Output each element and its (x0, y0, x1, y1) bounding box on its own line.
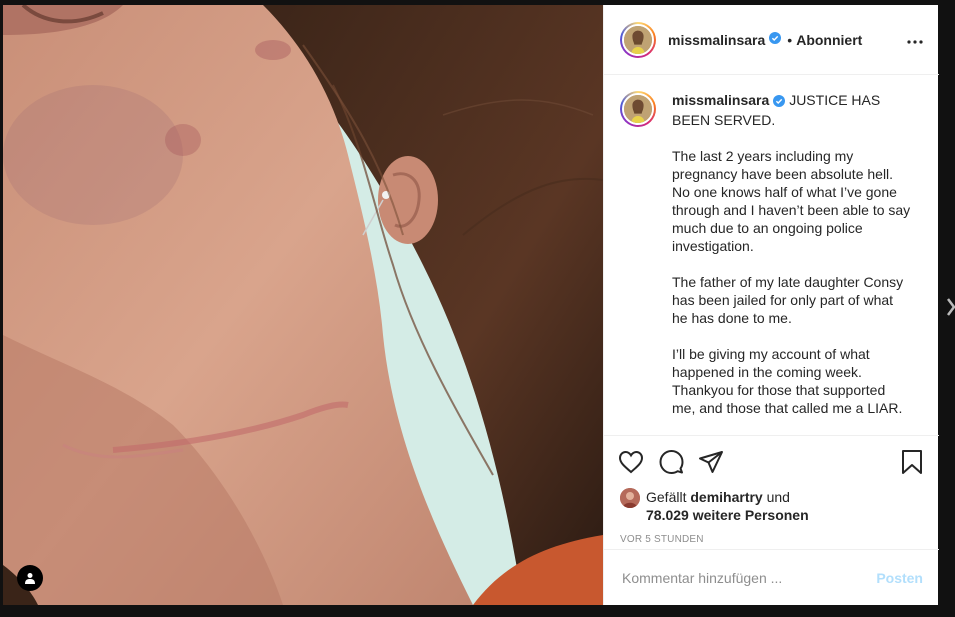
heart-icon[interactable] (618, 450, 644, 474)
post-caption: missmalinsara JUSTICE HAS BEEN SERVED. T… (604, 75, 939, 435)
caption-paragraph: The father of my late daughter Consy has… (672, 274, 904, 326)
likes-summary: Gefällt demihartry und 78.029 weitere Pe… (604, 488, 939, 524)
user-tag-icon[interactable] (17, 565, 43, 591)
comment-icon[interactable] (658, 449, 684, 475)
share-icon[interactable] (698, 450, 724, 474)
verified-badge-icon (773, 93, 786, 111)
liker-avatar[interactable] (620, 488, 640, 508)
author-avatar[interactable] (620, 21, 656, 58)
caption-paragraph: I’ll be giving my account of what happen… (672, 346, 903, 416)
comment-box: Posten (604, 549, 939, 605)
post-comment-button[interactable]: Posten (876, 570, 923, 586)
post-actions: Gefällt demihartry und 78.029 weitere Pe… (604, 435, 939, 545)
comment-input[interactable] (620, 568, 877, 587)
follow-status-button[interactable]: Abonniert (796, 32, 862, 48)
post-sidebar: missmalinsara • Abonniert missmalinsara … (603, 5, 939, 605)
caption-avatar[interactable] (620, 91, 656, 127)
post-image[interactable] (3, 5, 603, 605)
likes-count[interactable]: 78.029 weitere Personen (646, 507, 809, 523)
post-header: missmalinsara • Abonniert (604, 5, 939, 75)
bookmark-icon[interactable] (901, 449, 923, 475)
post-photo-illustration (3, 5, 603, 605)
post-modal: missmalinsara • Abonniert missmalinsara … (3, 5, 939, 605)
likes-prefix: Gefällt (646, 489, 687, 505)
more-icon[interactable] (907, 31, 923, 49)
caption-text: missmalinsara JUSTICE HAS BEEN SERVED. T… (672, 91, 912, 419)
caption-paragraph: The last 2 years including my pregnancy … (672, 148, 911, 254)
caption-username[interactable]: missmalinsara (672, 92, 769, 108)
author-username[interactable]: missmalinsara (668, 32, 765, 48)
post-timestamp[interactable]: VOR 5 STUNDEN (604, 524, 939, 545)
header-separator: • (787, 31, 793, 48)
chevron-right-icon[interactable] (947, 295, 955, 319)
liker-username[interactable]: demihartry (690, 489, 762, 505)
action-bar (604, 436, 939, 488)
likes-mid: und (766, 489, 790, 505)
verified-badge-icon (769, 31, 782, 49)
